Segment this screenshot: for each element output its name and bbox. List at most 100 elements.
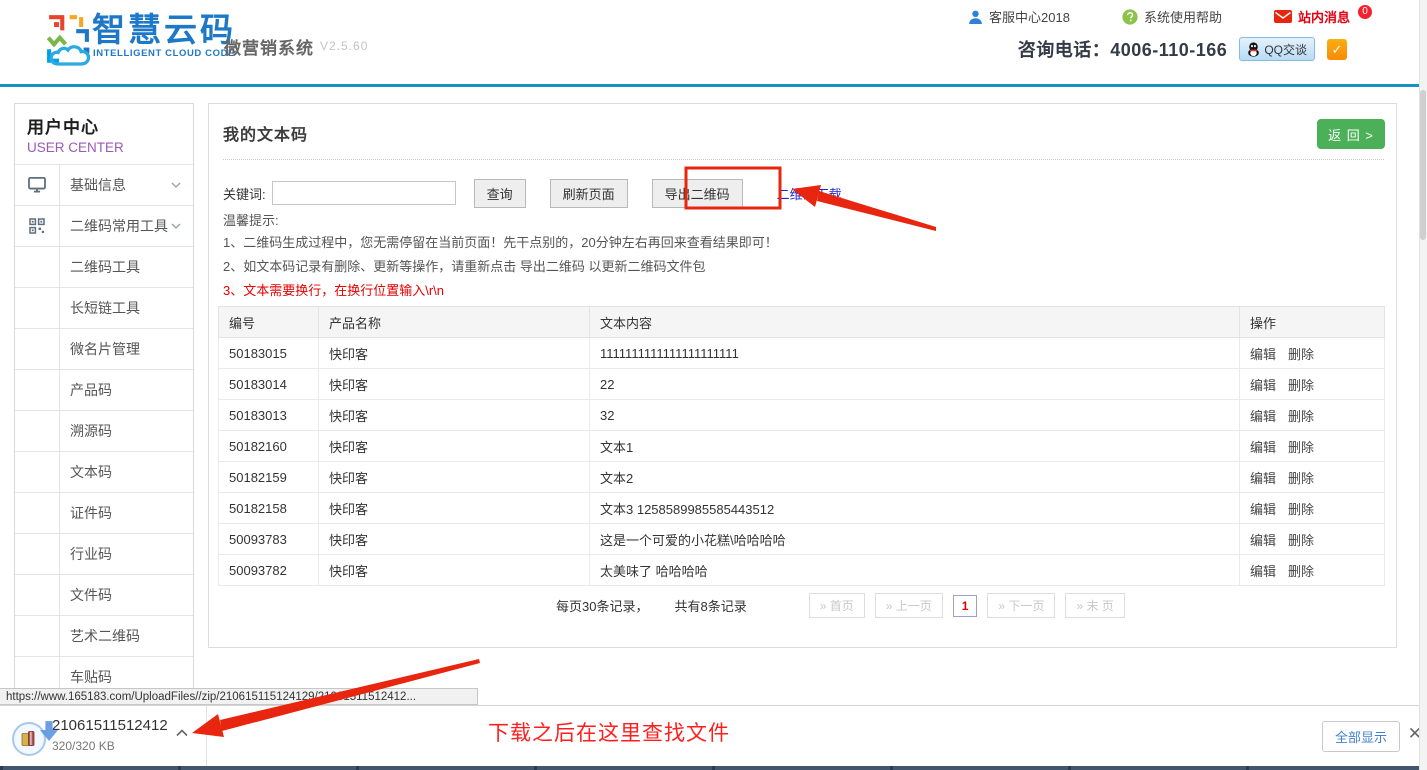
- download-filename[interactable]: 21061511512412: [52, 717, 168, 734]
- prev-page-button[interactable]: » 上一页: [875, 593, 943, 618]
- scrollbar-track[interactable]: [1419, 0, 1427, 770]
- sidebar-item-file-code[interactable]: 文件码: [15, 574, 193, 615]
- sidebar: 用户中心 USER CENTER 基础信息 二维码常用工具 二维码工具 长短链工…: [14, 103, 194, 690]
- table-row: 50182158 快印客 文本3 1258589985585443512 编辑删…: [219, 493, 1385, 524]
- keyword-label: 关键词:: [223, 184, 266, 203]
- tips-title: 温馨提示:: [223, 210, 279, 229]
- cell-content: 文本2: [590, 462, 1240, 493]
- sidebar-item-industry-code[interactable]: 行业码: [15, 533, 193, 574]
- table-row: 50182160 快印客 文本1 编辑删除: [219, 431, 1385, 462]
- sidebar-item-shortlink-tool[interactable]: 长短链工具: [15, 287, 193, 328]
- per-page-label: 每页30条记录，: [556, 596, 648, 615]
- sidebar-subtitle: USER CENTER: [27, 140, 193, 155]
- show-all-downloads-button[interactable]: 全部显示: [1322, 721, 1400, 752]
- sidebar-item-qr-tool[interactable]: 二维码工具: [15, 246, 193, 287]
- cell-actions: 编辑删除: [1240, 555, 1385, 586]
- qr-download-link[interactable]: 二维码下载: [777, 184, 842, 203]
- sidebar-item-car-sticker-code[interactable]: 车贴码: [15, 656, 193, 690]
- first-page-button[interactable]: » 首页: [809, 593, 865, 618]
- brand-logo-icon: [45, 12, 91, 70]
- edit-link[interactable]: 编辑: [1250, 564, 1276, 579]
- table-row: 50183013 快印客 32 编辑删除: [219, 400, 1385, 431]
- sidebar-item-qr-tools-group[interactable]: 二维码常用工具: [15, 205, 193, 246]
- cell-actions: 编辑删除: [1240, 338, 1385, 369]
- delete-link[interactable]: 删除: [1288, 440, 1314, 455]
- download-bar: 21061511512412 320/320 KB 下载之后在这里查找文件 全部…: [0, 705, 1427, 766]
- total-records-label: 共有8条记录: [674, 596, 746, 615]
- delete-link[interactable]: 删除: [1288, 564, 1314, 579]
- cell-id: 50093782: [219, 555, 319, 586]
- cell-content: 文本3 1258589985585443512: [590, 493, 1240, 524]
- sidebar-item-label: 溯源码: [70, 421, 193, 441]
- delete-link[interactable]: 删除: [1288, 347, 1314, 362]
- edit-link[interactable]: 编辑: [1250, 409, 1276, 424]
- delete-link[interactable]: 删除: [1288, 378, 1314, 393]
- cell-product: 快印客: [319, 431, 590, 462]
- cell-id: 50183015: [219, 338, 319, 369]
- sidebar-item-art-qr[interactable]: 艺术二维码: [15, 615, 193, 656]
- sidebar-item-label: 证件码: [70, 503, 193, 523]
- delete-link[interactable]: 删除: [1288, 409, 1314, 424]
- edit-link[interactable]: 编辑: [1250, 440, 1276, 455]
- cell-content: 32: [590, 400, 1240, 431]
- table-row: 50183014 快印客 22 编辑删除: [219, 369, 1385, 400]
- sidebar-item-micro-card[interactable]: 微名片管理: [15, 328, 193, 369]
- search-button[interactable]: 查询: [474, 179, 526, 208]
- downloaded-file-icon[interactable]: [12, 722, 46, 756]
- sidebar-item-basic-info[interactable]: 基础信息: [15, 164, 193, 205]
- edit-link[interactable]: 编辑: [1250, 471, 1276, 486]
- sidebar-item-label: 长短链工具: [70, 298, 193, 318]
- sidebar-item-label: 基础信息: [70, 175, 171, 195]
- user-icon: [968, 9, 983, 25]
- cell-id: 50183013: [219, 400, 319, 431]
- cell-actions: 编辑删除: [1240, 524, 1385, 555]
- sidebar-item-label: 微名片管理: [70, 339, 193, 359]
- cell-product: 快印客: [319, 400, 590, 431]
- download-annotation-text: 下载之后在这里查找文件: [488, 717, 730, 747]
- delete-link[interactable]: 删除: [1288, 533, 1314, 548]
- current-page-indicator: 1: [953, 595, 978, 617]
- last-page-button[interactable]: » 末 页: [1065, 593, 1124, 618]
- table-row: 50093782 快印客 太美味了 哈哈哈哈 编辑删除: [219, 555, 1385, 586]
- scrollbar-thumb[interactable]: [1420, 90, 1426, 240]
- cell-id: 50182159: [219, 462, 319, 493]
- edit-link[interactable]: 编辑: [1250, 533, 1276, 548]
- cell-actions: 编辑删除: [1240, 369, 1385, 400]
- sidebar-item-label: 二维码工具: [70, 257, 193, 277]
- refresh-button[interactable]: 刷新页面: [550, 179, 628, 208]
- sidebar-title: 用户中心: [27, 113, 193, 138]
- text-code-table: 编号 产品名称 文本内容 操作 50183015 快印客 11111111111…: [218, 306, 1385, 586]
- cell-id: 50093783: [219, 524, 319, 555]
- sidebar-item-label: 车贴码: [70, 667, 193, 687]
- export-qr-button[interactable]: 导出二维码: [652, 179, 743, 208]
- main-panel: 我的文本码 返 回 > 关键词: 查询 刷新页面 导出二维码 二维码下载 温馨提…: [208, 103, 1397, 648]
- keyword-input[interactable]: [272, 181, 456, 205]
- sidebar-item-label: 行业码: [70, 544, 193, 564]
- brand-title: 智慧云码: [92, 13, 236, 46]
- qq-verified-shield-icon: ✓: [1327, 39, 1347, 60]
- edit-link[interactable]: 编辑: [1250, 347, 1276, 362]
- sidebar-item-text-code[interactable]: 文本码: [15, 451, 193, 492]
- col-header-id: 编号: [219, 307, 319, 338]
- cell-product: 快印客: [319, 524, 590, 555]
- edit-link[interactable]: 编辑: [1250, 502, 1276, 517]
- header-nav: 客服中心2018 系统使用帮助 站内消息 0: [968, 7, 1372, 26]
- next-page-button[interactable]: » 下一页: [987, 593, 1055, 618]
- back-button[interactable]: 返 回 >: [1317, 119, 1385, 149]
- download-item-menu-chevron-icon[interactable]: [176, 729, 188, 737]
- sidebar-item-id-code[interactable]: 证件码: [15, 492, 193, 533]
- delete-link[interactable]: 删除: [1288, 502, 1314, 517]
- sidebar-item-product-code[interactable]: 产品码: [15, 369, 193, 410]
- table-row: 50093783 快印客 这是一个可爱的小花糕\哈哈哈哈 编辑删除: [219, 524, 1385, 555]
- cell-product: 快印客: [319, 369, 590, 400]
- cell-actions: 编辑删除: [1240, 462, 1385, 493]
- service-center-link[interactable]: 客服中心2018: [968, 7, 1070, 26]
- edit-link[interactable]: 编辑: [1250, 378, 1276, 393]
- delete-link[interactable]: 删除: [1288, 471, 1314, 486]
- sidebar-item-trace-code[interactable]: 溯源码: [15, 410, 193, 451]
- qq-chat-button[interactable]: QQ交谈: [1239, 37, 1315, 61]
- cell-id: 50182160: [219, 431, 319, 462]
- messages-link[interactable]: 站内消息 0: [1274, 7, 1372, 26]
- cell-content: 文本1: [590, 431, 1240, 462]
- help-link[interactable]: 系统使用帮助: [1122, 7, 1222, 26]
